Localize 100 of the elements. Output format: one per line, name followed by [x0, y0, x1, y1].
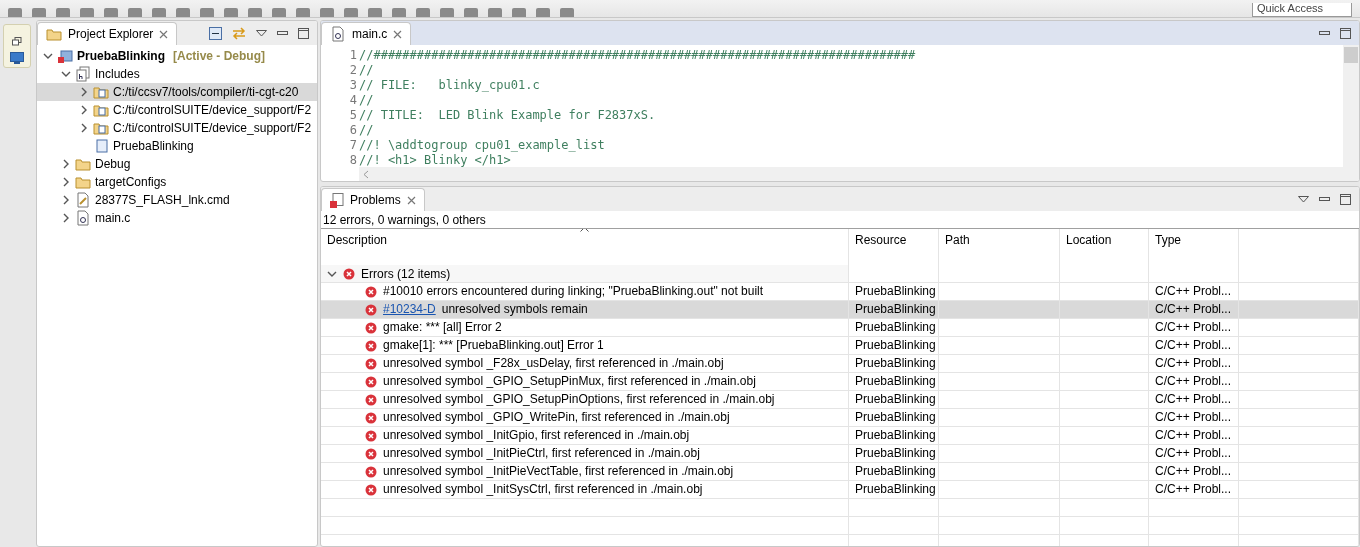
resource-cell: PruebaBlinking: [849, 319, 939, 337]
toolbar-icon[interactable]: [248, 8, 262, 17]
tree-item[interactable]: PruebaBlinking: [37, 137, 317, 155]
error-icon: [365, 321, 377, 334]
problems-icon: [330, 192, 344, 208]
close-icon[interactable]: [393, 29, 403, 39]
problem-description: #10010 errors encountered during linking; "PruebaBlinking.out" not built: [383, 283, 764, 300]
problem-description-cell[interactable]: unresolved symbol _InitSysCtrl, first referenced in ./main.obj: [321, 481, 849, 499]
toolbar-icon[interactable]: [224, 8, 238, 17]
problem-description-cell[interactable]: unresolved symbol _InitPieCtrl, first referenced in ./main.obj: [321, 445, 849, 463]
toolbar-icon[interactable]: [320, 8, 334, 17]
tree-item[interactable]: C:/ti/ccsv7/tools/compiler/ti-cgt-c20: [37, 83, 317, 101]
maximize-icon[interactable]: [1340, 194, 1351, 205]
problem-description-cell[interactable]: unresolved symbol _GPIO_WritePin, first referenced in ./main.obj: [321, 409, 849, 427]
problem-description-cell[interactable]: unresolved symbol _GPIO_SetupPinOptions, first referenced in ./main.obj: [321, 391, 849, 409]
minimize-icon[interactable]: [1319, 197, 1330, 202]
linked-file-icon: [75, 192, 91, 208]
header-files-icon: [75, 66, 91, 82]
toolbar-icon[interactable]: [128, 8, 142, 17]
column-header[interactable]: Path: [939, 229, 1060, 265]
tree-item[interactable]: Debug: [37, 155, 317, 173]
view-menu-icon[interactable]: [256, 30, 267, 37]
problem-description-cell[interactable]: unresolved symbol _InitPieVectTable, first referenced in ./main.obj: [321, 463, 849, 481]
tree-item[interactable]: main.c: [37, 209, 317, 227]
link-arrows-icon[interactable]: [232, 27, 246, 40]
close-icon[interactable]: [406, 195, 416, 205]
folder-icon: [93, 84, 109, 100]
tree-item-label: C:/ti/ccsv7/tools/compiler/ti-cgt-c20: [113, 85, 299, 99]
problem-description-cell[interactable]: unresolved symbol _F28x_usDelay, first referenced in ./main.obj: [321, 355, 849, 373]
maximize-icon[interactable]: [298, 28, 309, 39]
line-number: 3: [348, 78, 357, 93]
problem-description-cell[interactable]: gmake[1]: *** [PruebaBlinking.out] Error 1: [321, 337, 849, 355]
problem-description: unresolved symbol _InitSysCtrl, first referenced in ./main.obj: [383, 481, 703, 498]
group-row[interactable]: Errors (12 items): [321, 265, 849, 283]
tree-item-label: main.c: [95, 211, 131, 225]
toolbar-icon[interactable]: [512, 8, 526, 17]
code-comment: //! <h1> Blinky </h1>: [359, 153, 512, 167]
toolbar-icon[interactable]: [200, 8, 214, 17]
toolbar-icon[interactable]: [8, 8, 22, 17]
toolbar-icon[interactable]: [152, 8, 166, 17]
type-cell: C/C++ Probl...: [1149, 337, 1239, 355]
toolbar-icon[interactable]: [272, 8, 286, 17]
toolbar-icon[interactable]: [416, 8, 430, 17]
toolbar-icon[interactable]: [488, 8, 502, 17]
tab-label: Project Explorer: [68, 27, 154, 41]
problem-description-cell[interactable]: unresolved symbol _GPIO_SetupPinMux, first referenced in ./main.obj: [321, 373, 849, 391]
problem-description-cell[interactable]: gmake: *** [all] Error 2: [321, 319, 849, 337]
project-explorer-tab[interactable]: Project Explorer: [37, 22, 178, 45]
type-cell: C/C++ Probl...: [1149, 445, 1239, 463]
group-label: Errors (12 items): [361, 266, 451, 281]
line-number: 6: [348, 123, 357, 138]
scroll-left-icon[interactable]: [363, 169, 369, 179]
column-header[interactable]: Location: [1060, 229, 1149, 265]
toolbar-icon[interactable]: [80, 8, 94, 17]
toolbar-icon[interactable]: [344, 8, 358, 17]
tree-item[interactable]: PruebaBlinking [Active - Debug]: [37, 47, 317, 65]
maximize-icon[interactable]: [1340, 28, 1351, 39]
monitor-icon[interactable]: [10, 52, 24, 65]
toolbar-icon[interactable]: [368, 8, 382, 17]
toolbar-icon[interactable]: [464, 8, 478, 17]
toolbar-icon[interactable]: [56, 8, 70, 17]
horizontal-scrollbar[interactable]: [359, 167, 1359, 181]
collapse-all-icon[interactable]: [209, 27, 222, 40]
toolbar-icon[interactable]: [32, 8, 46, 17]
tree-item-label: Includes: [95, 67, 140, 81]
problem-description-cell[interactable]: #10234-D unresolved symbols remain: [321, 301, 849, 319]
minimize-icon[interactable]: [277, 31, 288, 36]
problem-description-cell[interactable]: unresolved symbol _InitGpio, first referenced in ./main.obj: [321, 427, 849, 445]
column-header[interactable]: Resource: [849, 229, 939, 265]
close-icon[interactable]: [159, 29, 169, 39]
tree-item[interactable]: Includes: [37, 65, 317, 83]
problems-tab[interactable]: Problems: [321, 188, 425, 211]
error-icon: [365, 411, 377, 424]
type-cell: C/C++ Probl...: [1149, 409, 1239, 427]
error-icon: [365, 339, 377, 352]
column-header[interactable]: Type: [1149, 229, 1239, 265]
quick-access-field[interactable]: Quick Access: [1252, 3, 1352, 17]
editor-tab[interactable]: main.c: [321, 22, 412, 45]
problem-description: unresolved symbol _InitGpio, first referenced in ./main.obj: [383, 427, 690, 444]
toolbar-icon[interactable]: [296, 8, 310, 17]
code-comment: //! \addtogroup cpu01_example_list: [359, 138, 606, 153]
toolbar-icon[interactable]: [176, 8, 190, 17]
minimize-icon[interactable]: [1319, 31, 1330, 36]
problems-summary: 12 errors, 0 warnings, 0 others: [321, 211, 1359, 229]
view-menu-icon[interactable]: [1298, 196, 1309, 203]
tree-item[interactable]: 28377S_FLASH_lnk.cmd: [37, 191, 317, 209]
tree-item[interactable]: targetConfigs: [37, 173, 317, 191]
tree-item-label: PruebaBlinking: [77, 49, 165, 63]
tree-item[interactable]: C:/ti/controlSUITE/device_support/F2: [37, 119, 317, 137]
code-comment: // FILE: blinky_cpu01.c: [359, 78, 541, 93]
tree-item[interactable]: C:/ti/controlSUITE/device_support/F2: [37, 101, 317, 119]
toolbar-icon[interactable]: [440, 8, 454, 17]
toolbar-icon[interactable]: [560, 8, 574, 17]
resource-cell: PruebaBlinking: [849, 463, 939, 481]
toolbar-icon[interactable]: [536, 8, 550, 17]
vertical-scrollbar[interactable]: [1343, 45, 1359, 167]
toolbar-icon[interactable]: [104, 8, 118, 17]
restore-icon[interactable]: [12, 37, 22, 46]
toolbar-icon[interactable]: [392, 8, 406, 17]
error-code-link[interactable]: #10234-D: [383, 301, 436, 318]
